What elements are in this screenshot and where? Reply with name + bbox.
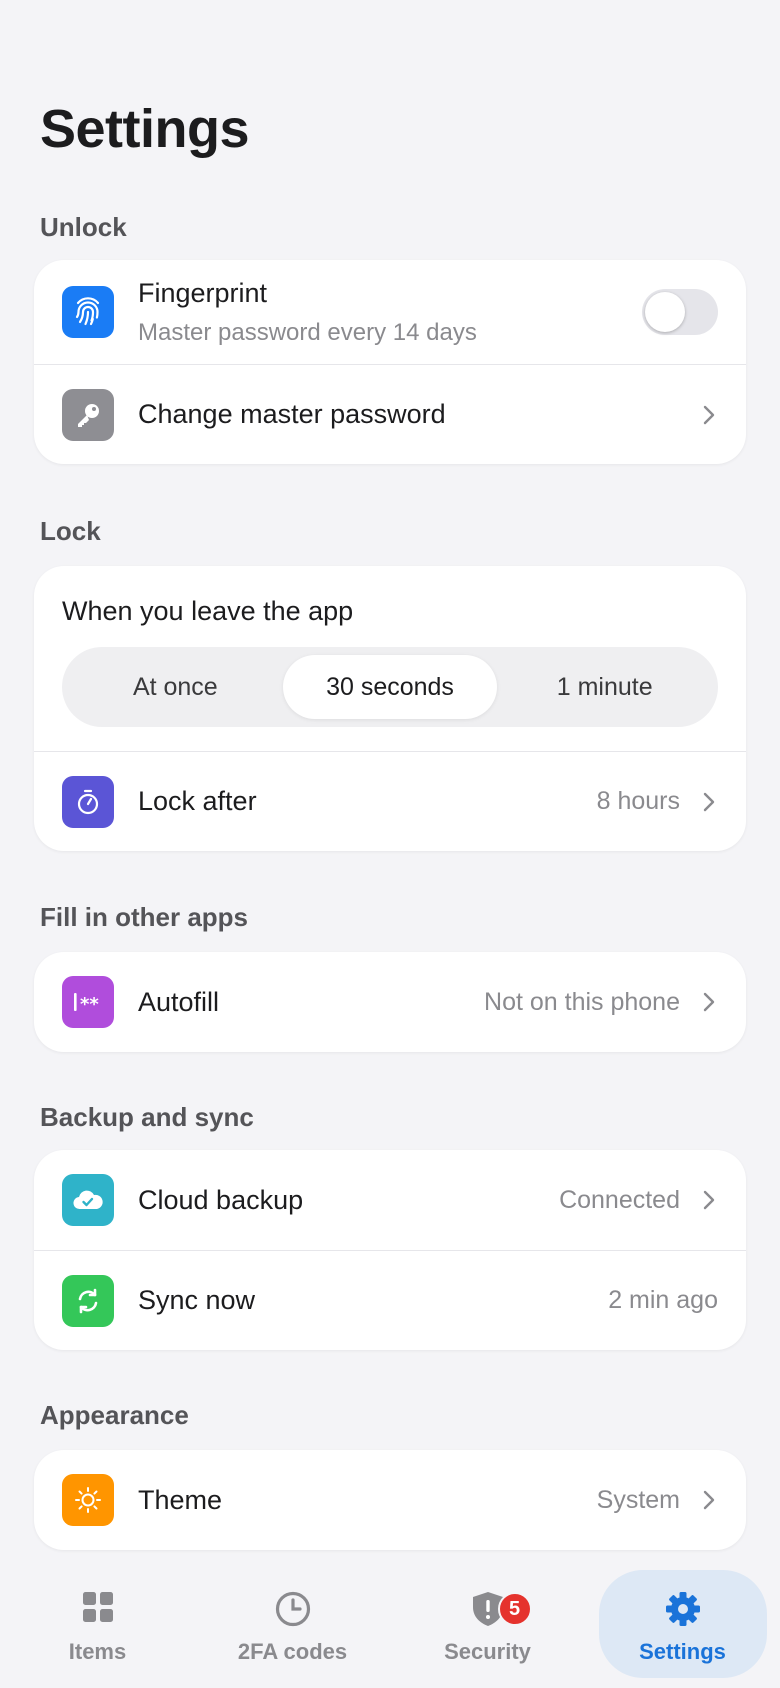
fingerprint-icon	[62, 286, 114, 338]
page-title: Settings	[40, 99, 250, 159]
autofill-value: Not on this phone	[484, 987, 680, 1016]
grid-icon	[81, 1590, 115, 1629]
change-master-password-row[interactable]: Change master password	[34, 364, 746, 464]
section-label-lock: Lock	[40, 516, 101, 546]
gear-icon	[664, 1590, 702, 1633]
tab-security[interactable]: 5 Security	[404, 1570, 572, 1678]
fingerprint-title: Fingerprint	[138, 277, 268, 308]
svg-text:**: **	[80, 994, 99, 1015]
lock-after-label: Lock after	[138, 786, 257, 816]
toggle-knob	[645, 292, 685, 332]
clock-icon	[274, 1590, 312, 1633]
option-1-minute[interactable]: 1 minute	[497, 655, 712, 719]
section-label-fill: Fill in other apps	[40, 902, 249, 932]
cloud-backup-value: Connected	[559, 1185, 680, 1214]
autofill-icon: **	[62, 976, 114, 1028]
sync-now-value: 2 min ago	[608, 1286, 718, 1314]
lock-after-value: 8 hours	[596, 787, 680, 815]
cloud-backup-label: Cloud backup	[138, 1184, 304, 1215]
tab-settings[interactable]: Settings	[598, 1570, 767, 1678]
chevron-right-icon	[702, 990, 718, 1014]
key-icon	[62, 388, 114, 441]
theme-value: System	[596, 1485, 680, 1514]
sun-icon	[62, 1474, 114, 1526]
security-badge: 5	[497, 1592, 532, 1626]
tab-2fa-label: 2FA codes	[237, 1639, 348, 1664]
sync-icon	[62, 1274, 114, 1327]
chevron-right-icon	[702, 790, 718, 814]
autofill-label: Autofill	[138, 986, 220, 1017]
leave-app-title: When you leave the app	[62, 596, 354, 626]
section-label-appearance: Appearance	[40, 1400, 189, 1430]
option-30-seconds[interactable]: 30 seconds	[282, 655, 498, 719]
fill-card: ** Autofill Not on this phone	[34, 952, 746, 1052]
lock-card: When you leave the app At once 30 second…	[34, 566, 746, 851]
fingerprint-row[interactable]: Fingerprint Master password every 14 day…	[34, 260, 746, 364]
tab-settings-label: Settings	[639, 1639, 726, 1664]
tab-2fa-codes[interactable]: 2FA codes	[209, 1570, 377, 1678]
cloud-check-icon	[62, 1174, 114, 1226]
sync-now-row[interactable]: Sync now 2 min ago	[34, 1250, 746, 1350]
section-label-unlock: Unlock	[40, 212, 127, 242]
sync-now-label: Sync now	[138, 1285, 256, 1315]
backup-card: Cloud backup Connected Sync now 2 min ag…	[34, 1150, 746, 1350]
appearance-card: Theme System	[34, 1450, 746, 1550]
timer-icon	[62, 775, 114, 828]
lock-timing-segmented-control: At once 30 seconds 1 minute	[62, 647, 718, 727]
fingerprint-subtitle: Master password every 14 days	[138, 318, 477, 346]
unlock-card: Fingerprint Master password every 14 day…	[34, 260, 746, 464]
fingerprint-toggle[interactable]	[642, 289, 718, 335]
change-master-password-label: Change master password	[138, 399, 446, 429]
option-at-once[interactable]: At once	[68, 655, 283, 719]
section-label-backup: Backup and sync	[40, 1102, 254, 1132]
bottom-tab-bar: Items 2FA codes 5 Security Settings	[0, 1570, 780, 1688]
autofill-row[interactable]: ** Autofill Not on this phone	[34, 952, 746, 1052]
chevron-right-icon	[702, 403, 718, 427]
theme-row[interactable]: Theme System	[34, 1450, 746, 1550]
lock-after-row[interactable]: Lock after 8 hours	[34, 751, 746, 851]
chevron-right-icon	[702, 1488, 718, 1512]
theme-label: Theme	[138, 1484, 223, 1515]
cloud-backup-row[interactable]: Cloud backup Connected	[34, 1150, 746, 1250]
tab-items[interactable]: Items	[14, 1570, 182, 1678]
tab-security-label: Security	[444, 1639, 531, 1664]
chevron-right-icon	[702, 1188, 718, 1212]
tab-items-label: Items	[68, 1639, 127, 1664]
